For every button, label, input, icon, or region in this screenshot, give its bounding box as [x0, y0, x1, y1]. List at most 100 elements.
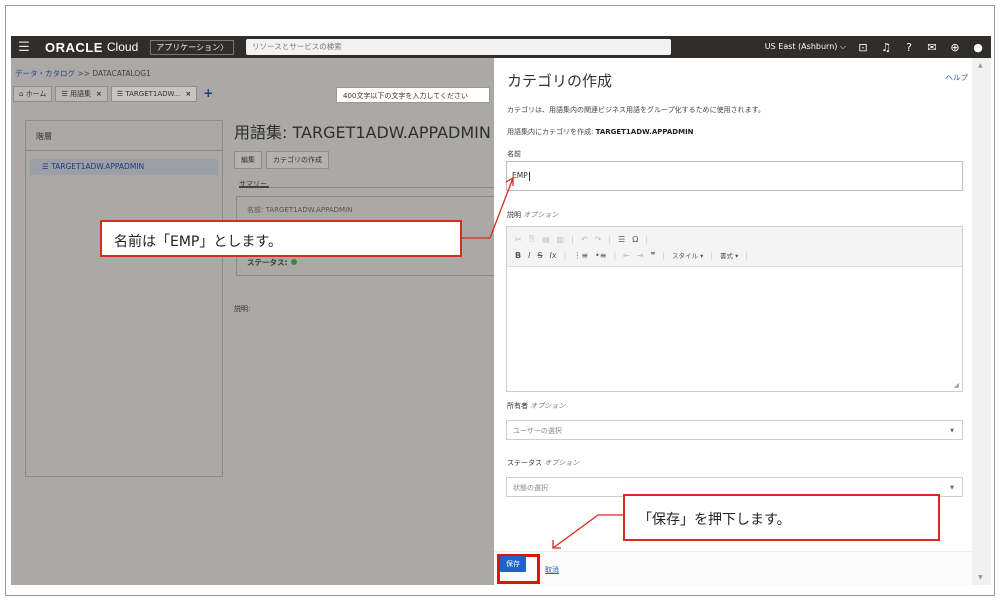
status-select-placeholder: 状態の選択 — [513, 484, 548, 492]
optional-text: オプション — [544, 459, 580, 467]
name-instruction-callout: 名前は「EMP」とします。 — [100, 220, 462, 257]
scroll-up-icon[interactable]: ▲ — [978, 62, 983, 69]
panel-scrollbar[interactable]: ▲ ▼ — [972, 58, 991, 585]
remove-format-icon[interactable]: Ix — [550, 251, 557, 260]
strikethrough-icon[interactable]: S — [537, 251, 542, 260]
name-input-value: EMP — [512, 171, 528, 180]
breadcrumb: データ・カタログ >> DATACATALOG1 — [15, 68, 151, 79]
oracle-logo[interactable]: ORACLE — [45, 40, 103, 55]
toolbar-separator: | — [563, 250, 567, 260]
text-caret — [528, 171, 530, 181]
panel-context: 用語集内にカテゴリを作成: TARGET1ADW.APPADMIN — [507, 127, 694, 137]
format-dropdown-label: 書式 — [720, 252, 734, 260]
close-icon[interactable]: × — [96, 90, 102, 98]
chevron-down-icon: ▼ — [950, 428, 954, 434]
top-nav-bar: ☰ ORACLE Cloud アプリケーション〉 リソースとサービスの検索 US… — [11, 36, 991, 58]
rich-text-editor[interactable]: ✂ ⎘ ▤ ▥ | ↶ ↷ | ☰ Ω | B I S Ix | ⋮≡ •≡ | — [506, 226, 963, 392]
glossary-icon: ☰ — [116, 90, 124, 98]
tab-target-label: TARGET1ADW... — [125, 90, 181, 98]
home-icon: ⌂ — [19, 90, 24, 98]
tab-home[interactable]: ⌂ ホーム — [13, 86, 53, 102]
cut-icon[interactable]: ✂ — [515, 235, 522, 244]
toolbar-separator: | — [662, 250, 665, 260]
resize-handle-icon[interactable]: ◢ — [954, 381, 959, 389]
optional-text: オプション — [523, 211, 559, 219]
desc-label-text: 説明 — [507, 211, 521, 219]
copy-icon[interactable]: ⎘ — [529, 234, 535, 244]
numbered-list-icon[interactable]: ⋮≡ — [573, 251, 588, 260]
context-prefix: 用語集内にカテゴリを作成: — [507, 128, 594, 136]
cloud-logo-text[interactable]: Cloud — [107, 40, 138, 54]
globe-icon[interactable]: ⊕ — [948, 41, 962, 54]
bold-icon[interactable]: B — [515, 251, 521, 260]
breadcrumb-separator: >> — [75, 69, 93, 78]
blockquote-icon[interactable]: ❞ — [651, 251, 656, 260]
save-button[interactable]: 保存 — [500, 556, 526, 572]
close-icon[interactable]: × — [185, 90, 191, 98]
hierarchy-panel: 階層 ☰ TARGET1ADW.APPADMIN — [25, 120, 223, 477]
add-tab-icon[interactable]: + — [203, 86, 213, 102]
panel-description: カテゴリは、用語集内の関連ビジネス用語をグループ化するために使用されます。 — [507, 106, 765, 114]
toolbar-separator: | — [745, 250, 749, 260]
indent-icon[interactable]: ⇥ — [637, 251, 644, 260]
tab-bar: ⌂ ホーム ☰ 用語集 × ☰ TARGET1ADW... × + — [13, 86, 213, 102]
status-label: ステータス: — [247, 258, 288, 267]
owner-label: 所有者 オプション — [507, 401, 565, 411]
toolbar-row: B I S Ix | ⋮≡ •≡ | ⇤ ⇥ ❞ | スタイル ▾ | 書式 ▾… — [515, 247, 962, 263]
redo-icon[interactable]: ↷ — [595, 235, 602, 244]
style-dropdown[interactable]: スタイル ▾ — [672, 250, 703, 260]
optional-text: オプション — [530, 402, 566, 410]
chat-icon[interactable]: ✉ — [925, 41, 939, 54]
tab-target[interactable]: ☰ TARGET1ADW... × — [110, 86, 198, 102]
undo-icon[interactable]: ↶ — [581, 235, 588, 244]
search-input[interactable]: リソースとサービスの検索 — [246, 39, 672, 55]
help-icon[interactable]: ? — [902, 41, 916, 54]
region-selector[interactable]: US East (Ashburn) ⌵ — [765, 42, 846, 52]
owner-label-text: 所有者 — [507, 402, 528, 410]
profile-icon[interactable]: ● — [971, 41, 985, 54]
name-input[interactable]: EMP — [506, 161, 963, 191]
format-dropdown[interactable]: 書式 ▾ — [720, 250, 738, 260]
context-value: TARGET1ADW.APPADMIN — [595, 128, 694, 136]
tab-home-label: ホーム — [25, 90, 47, 98]
status-field-label: ステータス オプション — [507, 458, 579, 468]
description-label: 説明: — [234, 305, 251, 313]
hamburger-menu-icon[interactable]: ☰ — [15, 40, 33, 55]
bulleted-list-icon[interactable]: •≡ — [595, 251, 606, 260]
hierarchy-title: 階層 — [26, 121, 222, 151]
special-char-icon[interactable]: Ω — [632, 235, 638, 244]
toolbar-separator: | — [608, 234, 612, 244]
description-field-label: 説明 オプション — [507, 210, 558, 220]
panel-footer: 保存 取消 — [494, 551, 972, 585]
owner-select[interactable]: ユーザーの選択 ▼ — [506, 420, 963, 440]
glossary-icon: ☰ — [42, 162, 49, 171]
outdent-icon[interactable]: ⇤ — [623, 251, 630, 260]
glossary-icon: ☰ — [61, 90, 68, 98]
italic-icon[interactable]: I — [528, 251, 530, 260]
tooltip: 400文字以下の文字を入力してください — [336, 87, 490, 103]
scroll-down-icon[interactable]: ▼ — [978, 574, 983, 581]
breadcrumb-root[interactable]: データ・カタログ — [15, 69, 75, 78]
applications-button[interactable]: アプリケーション〉 — [150, 39, 235, 55]
page-title: 用語集: TARGET1ADW.APPADMIN — [234, 123, 491, 142]
toolbar-row: ✂ ⎘ ▤ ▥ | ↶ ↷ | ☰ Ω | — [515, 231, 962, 247]
help-link[interactable]: ヘルプ — [946, 72, 969, 83]
name-label: 名前 — [507, 150, 521, 158]
edit-button[interactable]: 編集 — [234, 151, 262, 169]
hierarchy-item[interactable]: ☰ TARGET1ADW.APPADMIN — [30, 159, 218, 175]
cancel-button[interactable]: 取消 — [545, 565, 559, 575]
bell-icon[interactable]: ♫ — [879, 41, 893, 54]
tab-glossary[interactable]: ☰ 用語集 × — [55, 86, 108, 102]
header-icon-group: ⊡ ♫ ? ✉ ⊕ ● — [856, 41, 985, 54]
panel-title: カテゴリの作成 — [507, 72, 613, 90]
style-dropdown-label: スタイル — [671, 252, 698, 260]
toolbar-separator: | — [613, 250, 617, 260]
horizontal-line-icon[interactable]: ☰ — [618, 235, 625, 244]
paste-text-icon[interactable]: ▥ — [557, 235, 565, 244]
toolbar-separator: | — [571, 234, 574, 244]
breadcrumb-current: DATACATALOG1 — [92, 69, 151, 78]
owner-select-placeholder: ユーザーの選択 — [513, 427, 562, 435]
paste-icon[interactable]: ▤ — [542, 235, 550, 244]
cloud-shell-icon[interactable]: ⊡ — [856, 41, 870, 54]
create-category-button[interactable]: カテゴリの作成 — [266, 151, 329, 169]
